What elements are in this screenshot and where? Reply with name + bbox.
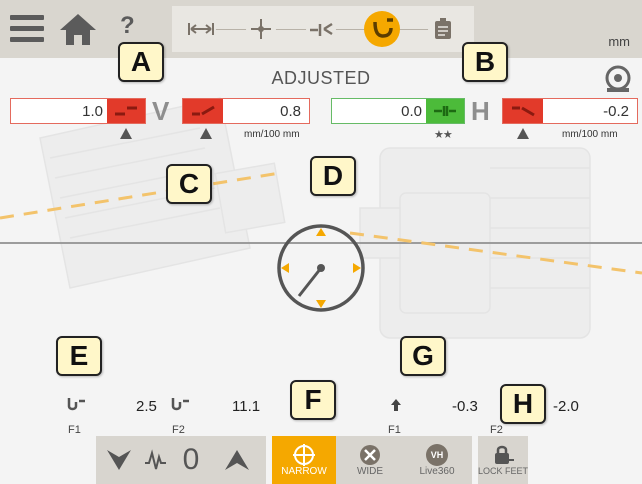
crosshair-icon bbox=[293, 443, 315, 466]
warning-icon bbox=[517, 128, 529, 139]
foot-f1-label: F1 bbox=[68, 424, 81, 436]
lock-icon bbox=[495, 445, 514, 464]
unit-label: mm bbox=[608, 34, 630, 49]
callout-f: F bbox=[290, 380, 336, 420]
horizontal-angle-box[interactable]: -0.2 bbox=[502, 98, 638, 124]
foot-f2-value: 11.1 bbox=[232, 398, 261, 415]
menu-icon[interactable] bbox=[10, 15, 44, 43]
vh-icon: VH bbox=[426, 443, 448, 466]
horizontal-f2-value: -2.0 bbox=[553, 398, 579, 415]
callout-g: G bbox=[400, 336, 446, 376]
lock-feet-button[interactable]: LOCK FEET bbox=[478, 436, 528, 484]
arrow-up-icon bbox=[390, 398, 402, 417]
callout-d: D bbox=[310, 156, 356, 196]
vertical-angle-value: 0.8 bbox=[280, 103, 301, 120]
wide-label: WIDE bbox=[356, 465, 384, 477]
measure-icon[interactable] bbox=[246, 14, 276, 44]
horizontal-angle-value: -0.2 bbox=[603, 103, 629, 120]
horizontal-letter: H bbox=[471, 96, 490, 126]
workflow-steps bbox=[172, 6, 474, 52]
quality-stars: ★★ bbox=[434, 129, 453, 141]
home-icon[interactable] bbox=[56, 10, 100, 48]
offset-alarm-icon bbox=[107, 99, 145, 123]
callout-h: H bbox=[500, 384, 546, 424]
wide-button[interactable]: WIDE bbox=[338, 436, 402, 484]
warning-icon bbox=[120, 128, 132, 139]
horizontal-f1-value: -0.3 bbox=[452, 398, 478, 415]
lock-feet-label: LOCK FEET bbox=[478, 466, 529, 476]
callout-e: E bbox=[56, 336, 102, 376]
narrow-button[interactable]: NARROW bbox=[272, 436, 336, 484]
foot-f1-value: 2.5 bbox=[136, 398, 157, 415]
angle-alarm-icon bbox=[503, 99, 543, 123]
help-icon[interactable]: ? bbox=[120, 12, 135, 40]
live360-label: Live360 bbox=[419, 465, 455, 477]
page-title: ADJUSTED bbox=[271, 68, 371, 88]
foot-f2-label: F2 bbox=[172, 424, 185, 436]
live-controls: 0 bbox=[96, 436, 266, 484]
callout-b: B bbox=[462, 42, 508, 82]
report-icon[interactable] bbox=[428, 14, 458, 44]
bottom-toolbar: 0 NARROW WIDE VH Live360 LOCK FEET bbox=[96, 436, 528, 484]
close-circle-icon bbox=[360, 444, 380, 465]
horizontal-unit: mm/100 mm bbox=[562, 129, 618, 140]
feet-adjust-icon bbox=[66, 396, 86, 417]
adjust-icon[interactable] bbox=[364, 11, 400, 47]
angle-alarm-icon bbox=[183, 99, 223, 123]
feet-adjust-icon bbox=[170, 396, 190, 417]
vertical-offset-box[interactable]: 1.0 bbox=[10, 98, 146, 124]
horizontal-offset-value: 0.0 bbox=[401, 103, 422, 120]
narrow-label: NARROW bbox=[281, 465, 327, 477]
callout-c: C bbox=[166, 164, 212, 204]
results-icon[interactable] bbox=[306, 14, 336, 44]
warning-icon bbox=[200, 128, 212, 139]
vertical-offset-value: 1.0 bbox=[82, 103, 103, 120]
vertical-angle-box[interactable]: 0.8 bbox=[182, 98, 310, 124]
horizontal-f2-label: F2 bbox=[490, 424, 503, 436]
callout-a: A bbox=[118, 42, 164, 82]
vertical-letter: V bbox=[152, 96, 170, 126]
zero-button[interactable]: 0 bbox=[178, 436, 204, 484]
top-bar: ? mm bbox=[0, 0, 642, 58]
offset-ok-icon bbox=[426, 99, 464, 123]
lock-feet-group: LOCK FEET bbox=[478, 436, 528, 484]
horizontal-offset-box[interactable]: 0.0 bbox=[331, 98, 465, 124]
vertical-unit: mm/100 mm bbox=[244, 129, 300, 140]
dimensions-icon[interactable] bbox=[186, 14, 216, 44]
sweep-modes: NARROW WIDE VH Live360 bbox=[272, 436, 472, 484]
horizontal-f1-label: F1 bbox=[388, 424, 401, 436]
down-arrow-button[interactable] bbox=[104, 436, 134, 484]
wave-icon[interactable] bbox=[142, 436, 170, 484]
up-arrow-button[interactable] bbox=[222, 436, 252, 484]
live360-button[interactable]: VH Live360 bbox=[404, 436, 470, 484]
